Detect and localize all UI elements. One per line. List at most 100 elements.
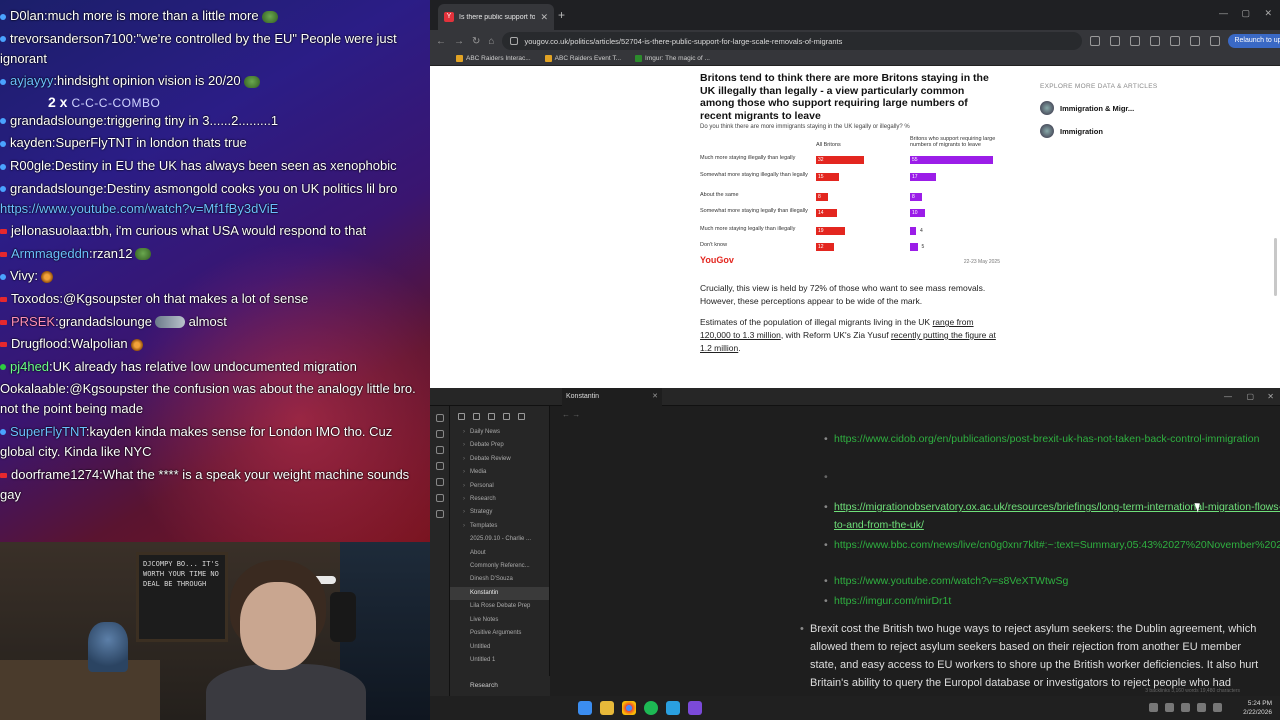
tray-icon[interactable] xyxy=(1165,703,1174,712)
folder-item[interactable]: Media xyxy=(450,466,549,480)
article-paragraph: Crucially, this view is held by 72% of t… xyxy=(700,283,986,306)
template-icon[interactable] xyxy=(435,510,444,518)
maximize-icon[interactable]: ▢ xyxy=(1241,8,1250,19)
file-explorer-icon[interactable] xyxy=(600,701,614,715)
search-icon[interactable] xyxy=(435,430,444,438)
platform-badge-icon xyxy=(0,140,6,147)
download-icon[interactable] xyxy=(1190,36,1201,46)
note-item[interactable]: About xyxy=(450,547,549,560)
note-item[interactable]: Konstantin xyxy=(450,586,549,601)
folder-item[interactable]: Debate Review xyxy=(450,453,549,467)
extension-icon[interactable] xyxy=(1110,36,1121,46)
platform-badge-icon xyxy=(0,229,7,235)
note-item[interactable]: Dinesh D'Souza xyxy=(450,573,549,586)
canvas-icon[interactable] xyxy=(435,478,444,486)
webcam-shelf xyxy=(0,660,160,720)
note-item[interactable]: 2025.09.10 - Charlie ... xyxy=(450,533,549,546)
editor-nav-arrows[interactable]: ← → xyxy=(562,410,580,419)
explore-item[interactable]: Immigration & Migr... xyxy=(1040,101,1160,115)
sort-icon[interactable] xyxy=(488,412,495,420)
note-item[interactable]: Positive Arguments xyxy=(450,627,549,640)
wifi-icon[interactable] xyxy=(1197,703,1206,712)
reload-icon[interactable]: ↻ xyxy=(472,36,480,47)
profile-icon[interactable] xyxy=(1210,36,1221,46)
chat-text: Walpolian xyxy=(71,336,128,352)
side-panel-icon[interactable] xyxy=(1170,36,1181,46)
new-tab-icon[interactable]: + xyxy=(558,8,565,22)
browser-tab[interactable]: Y Is there public support for larg ✕ xyxy=(438,4,554,30)
back-icon[interactable]: ← xyxy=(436,36,446,47)
chat-username: doorframe1274 xyxy=(11,466,100,482)
folder-item[interactable]: Daily News xyxy=(450,426,549,440)
taskbar-clock[interactable]: 5:24 PM 2/22/2026 xyxy=(1243,699,1272,717)
close-window-icon[interactable]: ✕ xyxy=(1267,392,1274,401)
note-link[interactable]: https://www.youtube.com/watch?v=s8VeXTWt… xyxy=(824,572,1280,590)
tray-icon[interactable] xyxy=(1181,703,1190,712)
folder-item[interactable]: Templates xyxy=(450,520,549,534)
chat-message: pj4hed:UK already has relative low undoc… xyxy=(0,357,430,377)
note-item[interactable]: Lila Rose Debate Prep xyxy=(450,600,549,613)
bookmark-item[interactable]: ABC Raiders Interac... xyxy=(456,55,531,62)
emote-icon xyxy=(40,270,53,283)
note-item[interactable]: Untitled xyxy=(450,641,549,654)
folder-item[interactable]: Research xyxy=(450,493,549,507)
note-item[interactable]: Live Notes xyxy=(450,614,549,627)
chrome-icon[interactable] xyxy=(622,701,636,715)
telegram-icon[interactable] xyxy=(666,701,680,715)
chat-text: grandadslounge xyxy=(58,313,152,329)
note-editor[interactable]: ← → https://www.cidob.org/en/publication… xyxy=(550,406,1280,696)
start-icon[interactable] xyxy=(578,701,592,715)
streamer-body xyxy=(206,664,366,720)
close-window-icon[interactable]: ✕ xyxy=(1264,8,1272,19)
spotify-icon[interactable] xyxy=(644,701,658,715)
extension-icon[interactable] xyxy=(1130,36,1141,46)
note-link[interactable]: https://migrationobservatory.ox.ac.uk/re… xyxy=(824,498,1280,534)
bookmark-item[interactable]: ABC Raiders Event T... xyxy=(544,55,621,62)
maximize-icon[interactable]: ▢ xyxy=(1246,392,1254,401)
folder-item[interactable]: Personal xyxy=(450,480,549,494)
minimize-icon[interactable]: — xyxy=(1219,8,1228,18)
address-bar[interactable]: yougov.co.uk/politics/articles/52704-is-… xyxy=(502,32,1083,50)
chat-message: Drugflood:Walpolian xyxy=(0,334,430,354)
home-icon[interactable]: ⌂ xyxy=(488,36,494,47)
puzzle-icon[interactable] xyxy=(1150,36,1161,46)
stream-chat-overlay: D0lan:much more is more than a little mo… xyxy=(0,0,430,542)
bookmark-item[interactable]: Imgur: The magic of ... xyxy=(635,55,710,62)
forward-icon[interactable]: → xyxy=(454,36,464,47)
chart-value-label: 55 xyxy=(912,157,918,163)
close-tab-icon[interactable]: ✕ xyxy=(540,12,548,23)
chat-link[interactable]: https://www.youtube.com/watch?v=Mf1fBy3d… xyxy=(0,201,278,216)
bookmarks-bar: ABC Raiders Interac... ABC Raiders Event… xyxy=(430,52,1280,66)
new-folder-icon[interactable] xyxy=(473,412,480,420)
minimize-icon[interactable]: — xyxy=(1224,392,1232,401)
collapse-icon[interactable] xyxy=(503,412,510,420)
files-icon[interactable] xyxy=(435,414,444,422)
bookmark-star-icon[interactable] xyxy=(1090,36,1101,46)
close-icon[interactable] xyxy=(518,412,525,420)
note-tab[interactable]: Konstantin ✕ xyxy=(562,388,662,406)
explore-item[interactable]: Immigration xyxy=(1040,124,1160,138)
site-info-icon[interactable] xyxy=(510,37,519,45)
note-link[interactable]: https://www.bbc.com/news/live/cn0g0xnr7k… xyxy=(824,536,1280,554)
tray-icon[interactable] xyxy=(1149,703,1158,712)
calendar-icon[interactable] xyxy=(435,462,444,470)
page-scrollbar[interactable] xyxy=(1274,238,1277,296)
folder-item[interactable]: Strategy xyxy=(450,506,549,520)
chat-message: D0lan:much more is more than a little mo… xyxy=(0,6,430,26)
note-item[interactable]: Untitled 1 xyxy=(450,654,549,667)
obsidian-icon[interactable] xyxy=(688,701,702,715)
chat-username: SuperFlyTNT xyxy=(10,423,86,439)
vault-switcher[interactable]: Research xyxy=(450,676,550,696)
graph-icon[interactable] xyxy=(435,446,444,454)
volume-icon[interactable] xyxy=(1213,703,1222,712)
chat-username: PRSEK xyxy=(11,313,56,329)
close-tab-icon[interactable]: ✕ xyxy=(652,388,658,406)
command-icon[interactable] xyxy=(435,494,444,502)
folder-item[interactable]: Debate Prep xyxy=(450,439,549,453)
new-note-icon[interactable] xyxy=(458,412,465,420)
relaunch-button[interactable]: Relaunch to update xyxy=(1228,34,1280,48)
note-link[interactable]: https://www.cidob.org/en/publications/po… xyxy=(824,430,1280,448)
chart-value-label: 15 xyxy=(818,174,824,180)
note-link[interactable]: https://imgur.com/mirDr1t xyxy=(824,592,1280,610)
note-item[interactable]: Commonly Referenc... xyxy=(450,560,549,573)
